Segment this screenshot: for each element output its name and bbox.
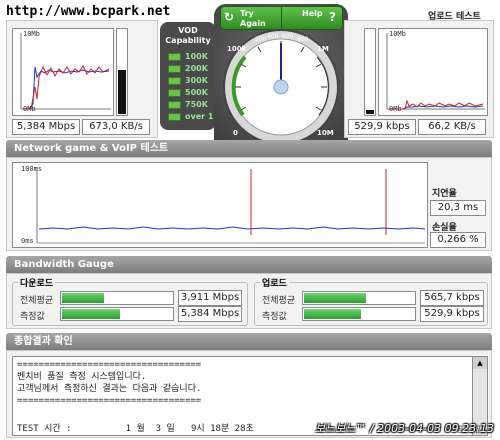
download-avg-bar bbox=[60, 291, 174, 305]
download-avg-value: 3,911 Mbps bbox=[178, 290, 242, 306]
upload-avg-label: 전체평균 bbox=[262, 296, 296, 306]
download-graph-bottom-label: 0Mb bbox=[23, 105, 36, 113]
vod-led-icon bbox=[168, 76, 181, 85]
result-line-4: ================================== bbox=[17, 396, 202, 406]
download-level-fill bbox=[118, 70, 126, 114]
upload-graph: 10Mb 0Mb bbox=[378, 28, 488, 116]
latency-graph: 100ms 0ms bbox=[12, 162, 428, 248]
latency-graph-plot bbox=[36, 167, 426, 244]
bandwidth-upload-label: 업로드 bbox=[260, 276, 289, 289]
vod-led-icon bbox=[168, 100, 181, 109]
bandwidth-section-title: Bandwidth Gauge bbox=[6, 256, 492, 273]
upload-measured-label: 측정값 bbox=[262, 312, 287, 322]
dial-label-400: 400 bbox=[267, 33, 279, 40]
download-avg-label: 전체평균 bbox=[20, 296, 54, 306]
dial-label-600: 600 bbox=[282, 33, 294, 40]
dial-label-1m: 1M bbox=[317, 45, 329, 53]
upload-avg-value: 565,7 kbps bbox=[420, 290, 484, 306]
result-section-title: 종합결과 확인 bbox=[6, 333, 492, 350]
vod-title-line2: Capability bbox=[165, 36, 211, 45]
upload-avg-fill bbox=[304, 293, 366, 303]
dial-label-800: 800 bbox=[297, 36, 309, 43]
vod-level-750k: 750K bbox=[168, 100, 208, 111]
download-level-meter bbox=[116, 28, 128, 116]
download-measured-value: 5,384 Mbps bbox=[178, 306, 242, 322]
upload-rate-kbps: 529,9 kbps bbox=[348, 119, 416, 135]
download-graph: 10Mb 0Mb bbox=[12, 28, 114, 116]
upload-graph-plot bbox=[386, 33, 485, 110]
latency-graph-top-label: 100ms bbox=[21, 165, 43, 173]
scroll-up-arrow-icon[interactable]: ▲ bbox=[473, 357, 487, 369]
upload-level-fill bbox=[366, 110, 374, 114]
dial-label-0: 0 bbox=[233, 129, 238, 137]
vod-level-100k: 100K bbox=[168, 52, 208, 63]
watermark-top: http://www.bcpark.net bbox=[6, 4, 171, 19]
upload-title: 업로드 테스트 bbox=[428, 12, 481, 22]
vod-led-icon bbox=[168, 52, 181, 61]
upload-avg-bar bbox=[302, 291, 416, 305]
watermark-bottom: 보느보느™ / 2003-04-03 09:23:13 bbox=[314, 422, 494, 435]
download-measured-fill bbox=[62, 309, 121, 319]
vod-led-icon bbox=[168, 64, 181, 73]
result-line-2: 벤치비 품질 측정 시스템입니다. bbox=[17, 372, 147, 382]
upload-level-meter bbox=[364, 28, 376, 116]
upload-graph-top-label: 10Mb bbox=[389, 30, 406, 38]
latency-value: 20,3 ms bbox=[430, 200, 486, 216]
download-graph-top-label: 10Mb bbox=[23, 30, 40, 38]
download-measured-bar bbox=[60, 307, 174, 321]
latency-graph-bottom-label: 0ms bbox=[21, 237, 34, 245]
latency-label: 지연율 bbox=[432, 189, 457, 199]
vod-led-icon bbox=[168, 88, 181, 97]
dial-label-100k: 100k bbox=[227, 45, 247, 53]
upload-measured-fill bbox=[304, 309, 362, 319]
vod-title-line1: VOD bbox=[178, 26, 198, 35]
download-rate-kbs: 673,0 KB/s bbox=[82, 119, 150, 135]
bandwidth-download-label: 다운로드 bbox=[18, 276, 56, 289]
upload-graph-bottom-label: 0Mb bbox=[389, 105, 402, 113]
refresh-icon: ↻ bbox=[224, 10, 235, 24]
result-line-1: ================================== bbox=[17, 360, 202, 370]
speed-dial: 200 400 600 800 1M 100k 0 10M bbox=[223, 29, 339, 145]
vod-led-icon bbox=[168, 112, 181, 121]
download-rate-mbps: 5,384 Mbps bbox=[12, 119, 80, 135]
dial-label-10m: 10M bbox=[317, 129, 334, 137]
upload-measured-value: 529,9 kbps bbox=[420, 306, 484, 322]
download-avg-fill bbox=[62, 293, 104, 303]
help-icon: ? bbox=[329, 10, 336, 24]
download-measured-label: 측정값 bbox=[20, 312, 45, 322]
download-graph-plot bbox=[20, 33, 111, 110]
network-section-title: Network game & VoIP 테스트 bbox=[6, 140, 492, 157]
vod-level-300k: 300K bbox=[168, 76, 208, 87]
upload-rate-kbs: 66,2 KB/s bbox=[418, 119, 486, 135]
download-blue-trace bbox=[23, 66, 110, 110]
result-line-6: TEST 시간 : 1 월 3 일 9시 18분 28초 bbox=[17, 424, 254, 434]
upload-measured-bar bbox=[302, 307, 416, 321]
vod-level-500k: 500K bbox=[168, 88, 208, 99]
dial-label-200: 200 bbox=[255, 36, 267, 43]
upload-red-trace bbox=[389, 99, 484, 110]
loss-value: 0,266 % bbox=[430, 232, 486, 248]
vod-level-200k: 200K bbox=[168, 64, 208, 75]
result-line-3: 고객님께서 측정하신 결과는 다음과 같습니다. bbox=[17, 384, 202, 394]
latency-trace bbox=[38, 226, 426, 230]
